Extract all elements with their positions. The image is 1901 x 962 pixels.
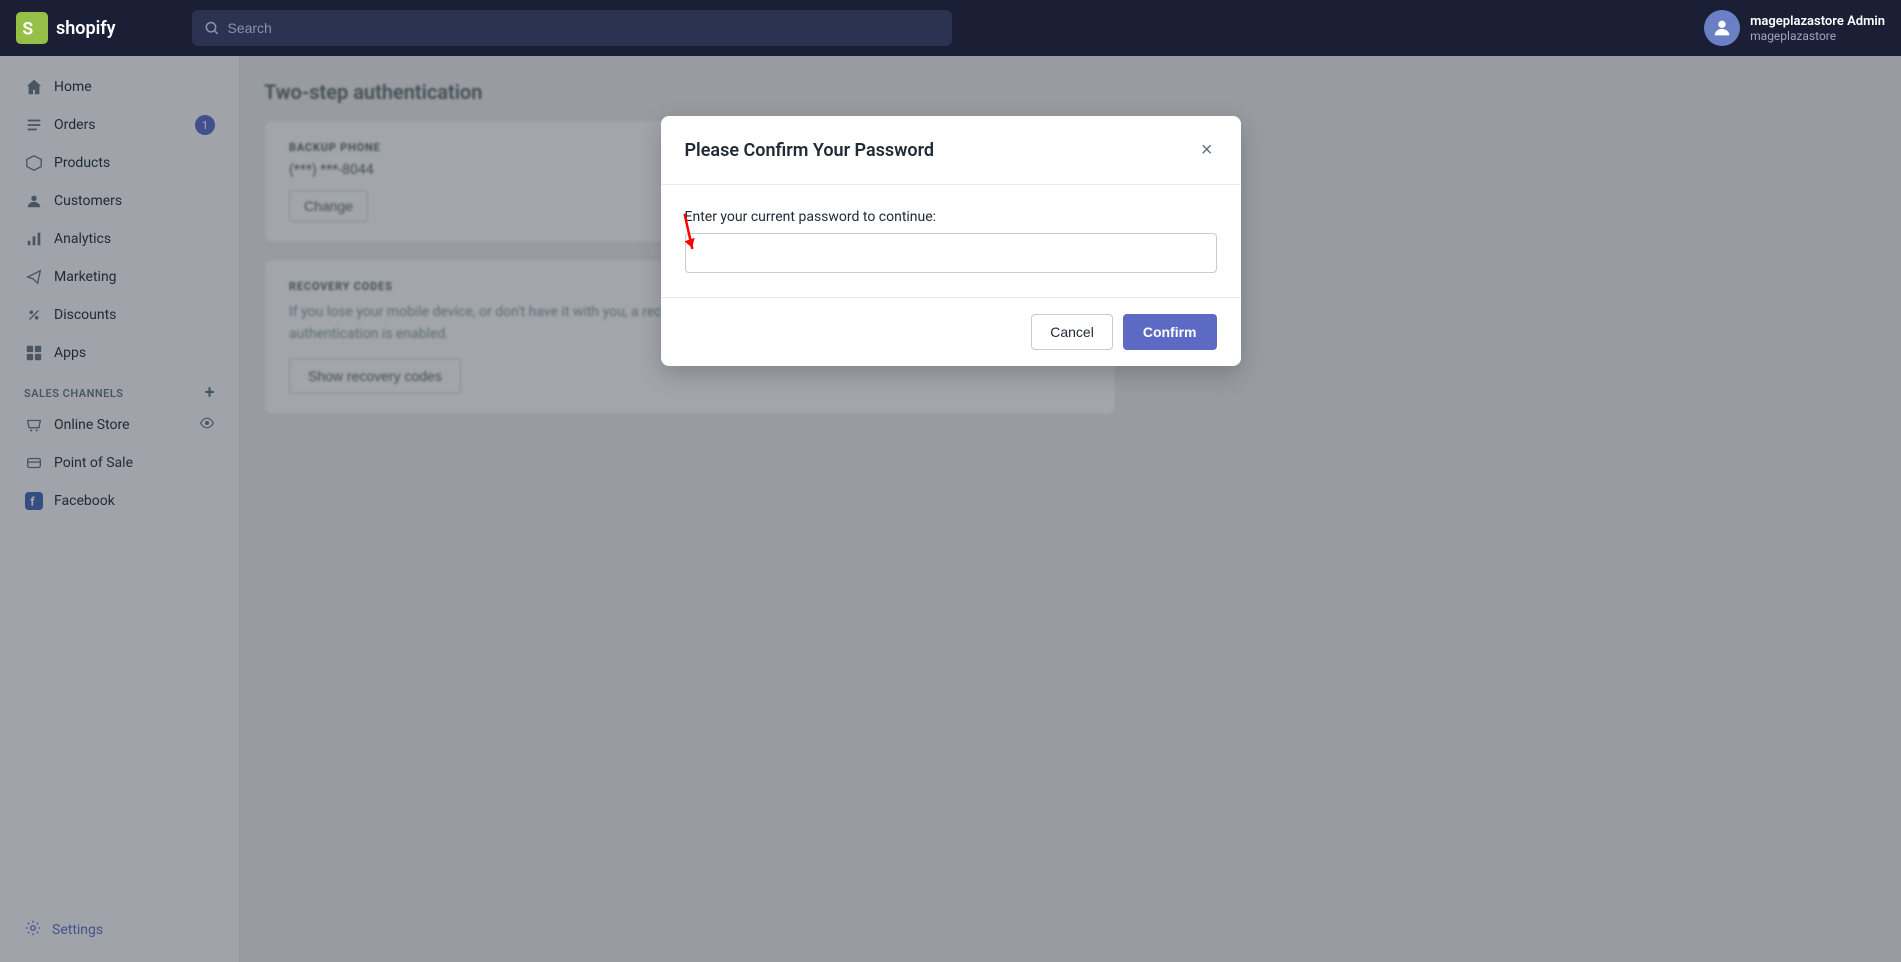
modal-body: Enter your current password to continue: [661,185,1241,297]
user-store: mageplazastore [1750,29,1885,43]
svg-text:S: S [22,19,33,39]
top-nav: S shopify mageplazastore Admin mageplaza… [0,0,1901,56]
modal-header: Please Confirm Your Password × [661,116,1241,185]
confirm-password-modal: Please Confirm Your Password × Enter you… [661,116,1241,366]
confirm-button[interactable]: Confirm [1123,314,1217,350]
avatar [1704,10,1740,46]
main-content: Two-step authentication BACKUP PHONE (**… [240,56,1901,962]
search-input[interactable] [227,20,940,36]
shopify-logo-icon: S [16,12,48,44]
modal-footer: Cancel Confirm [661,297,1241,366]
user-info: mageplazastore Admin mageplazastore [1750,14,1885,43]
cancel-button[interactable]: Cancel [1031,314,1113,350]
search-icon [204,20,219,36]
modal-close-button[interactable]: × [1197,136,1217,164]
password-label: Enter your current password to continue: [685,209,1217,225]
modal-title: Please Confirm Your Password [685,140,935,161]
search-bar[interactable] [192,10,952,46]
logo-text: shopify [56,18,116,39]
logo: S shopify [16,12,176,44]
user-area: mageplazastore Admin mageplazastore [1704,10,1885,46]
password-input[interactable] [685,233,1217,273]
user-name: mageplazastore Admin [1750,14,1885,29]
modal-overlay: Please Confirm Your Password × Enter you… [240,56,1901,962]
